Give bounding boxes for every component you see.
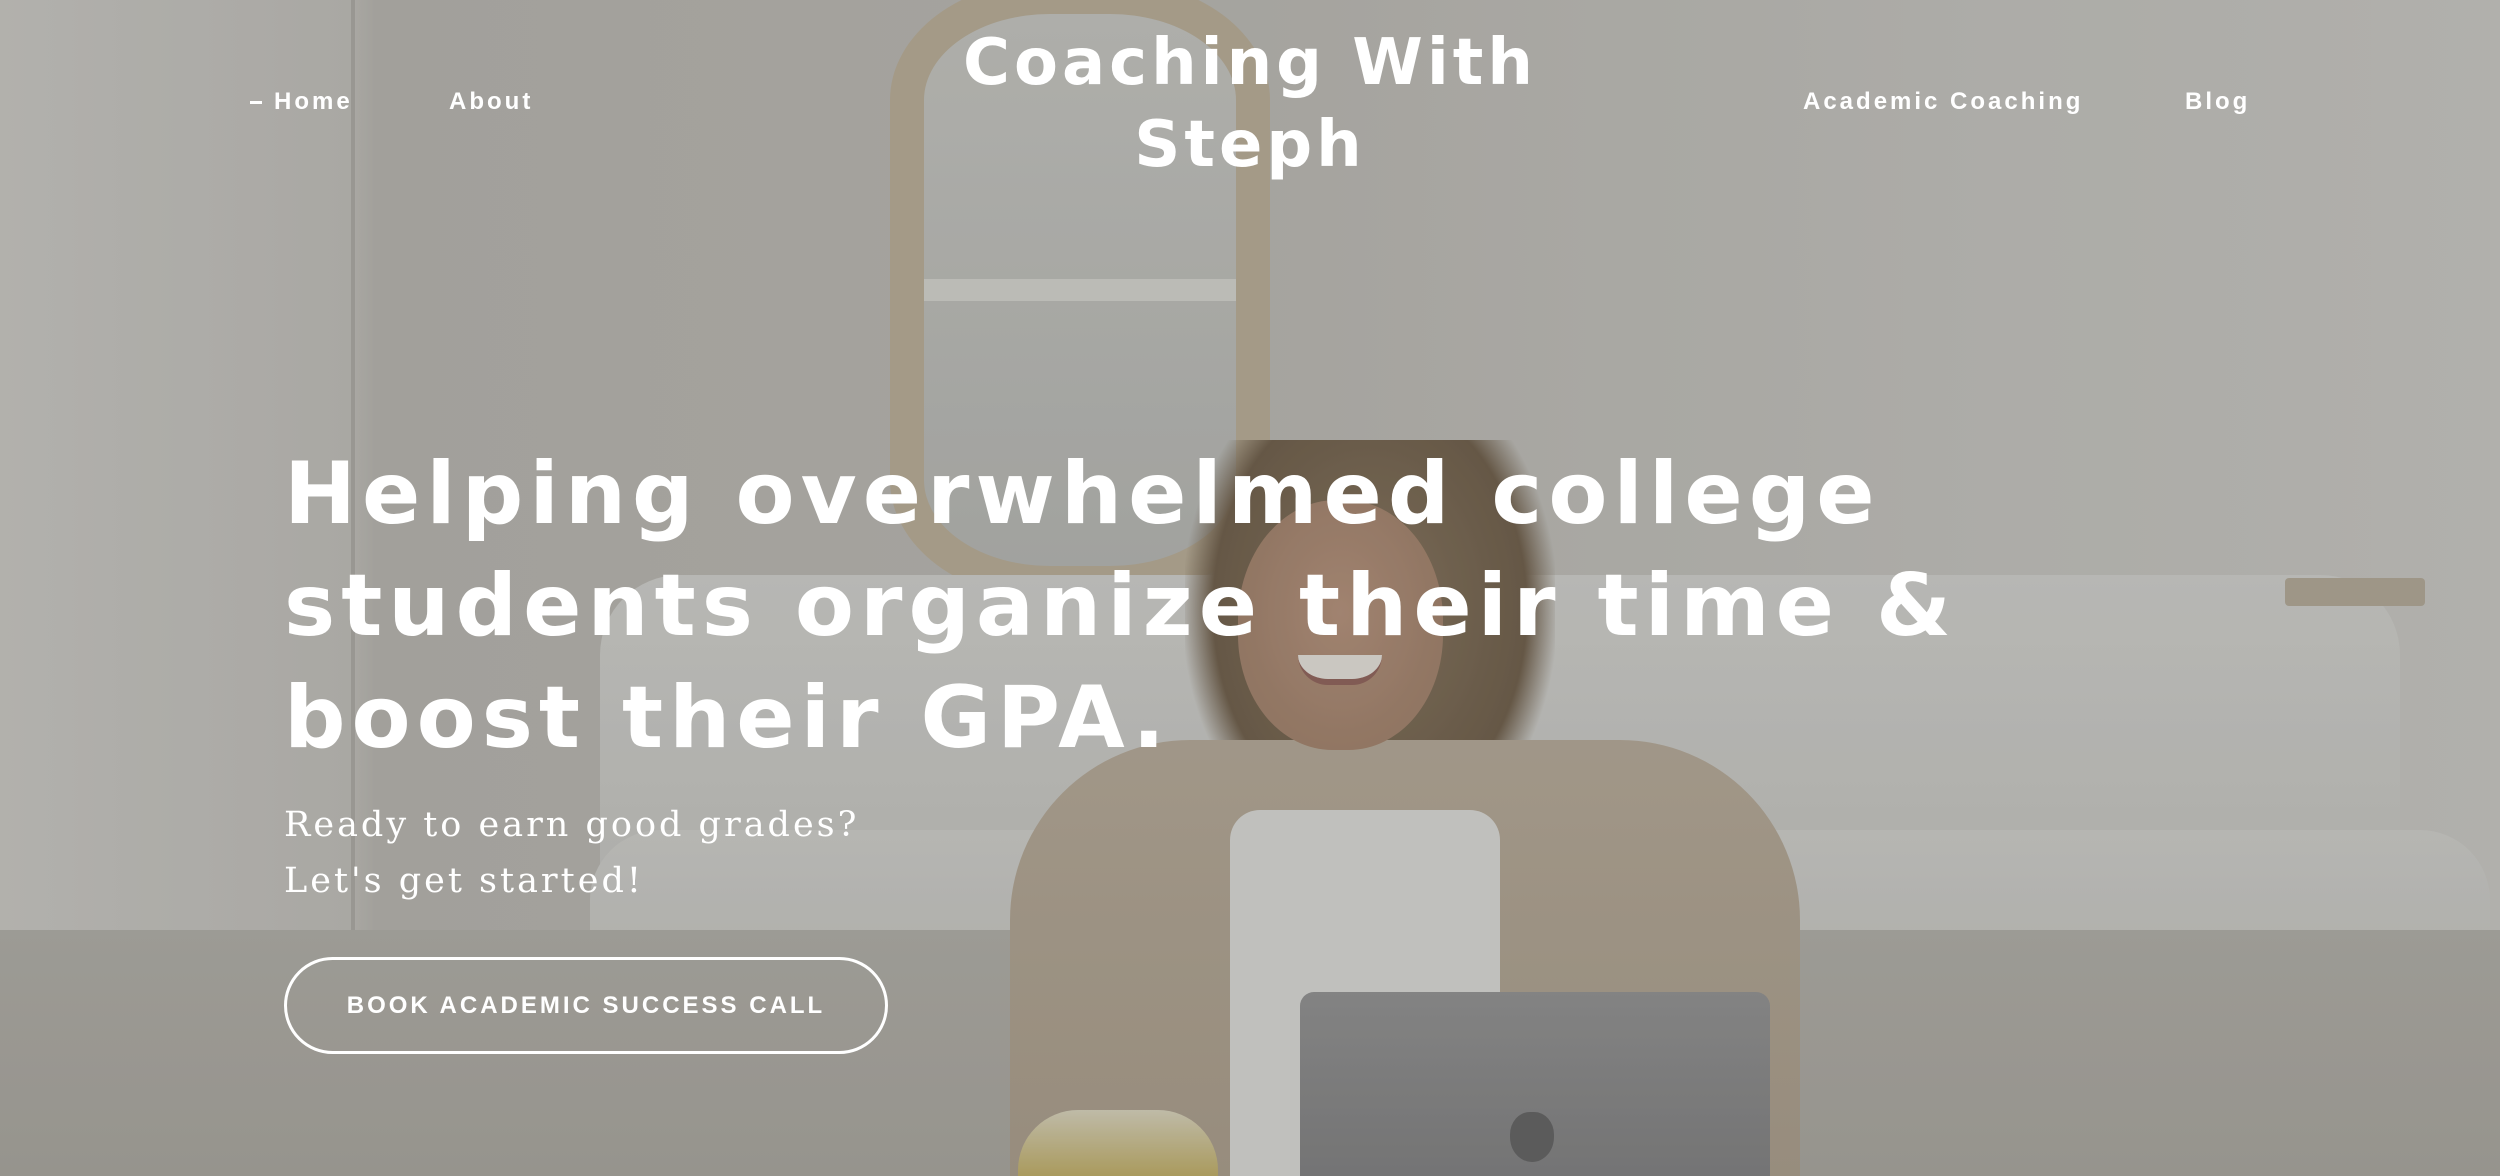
nav-home-link[interactable]: Home	[250, 88, 353, 116]
hero-subline: Ready to earn good grades?	[284, 805, 860, 845]
nav-about-link[interactable]: About	[449, 88, 533, 116]
site-title[interactable]: Coaching With Steph	[930, 22, 1570, 186]
book-call-button[interactable]: BOOK ACADEMIC SUCCESS CALL	[284, 957, 888, 1054]
nav-home-label: Home	[274, 88, 353, 115]
hero-headline: Helping overwhelmed college students org…	[284, 444, 1957, 768]
nav-academic-coaching-link[interactable]: Academic Coaching	[1803, 88, 2083, 116]
active-indicator-icon	[250, 100, 262, 104]
hero-subline: Let's get started!	[284, 861, 644, 901]
nav-blog-link[interactable]: Blog	[2185, 88, 2250, 116]
site-header: Home About Coaching With Steph Academic …	[0, 0, 2500, 190]
